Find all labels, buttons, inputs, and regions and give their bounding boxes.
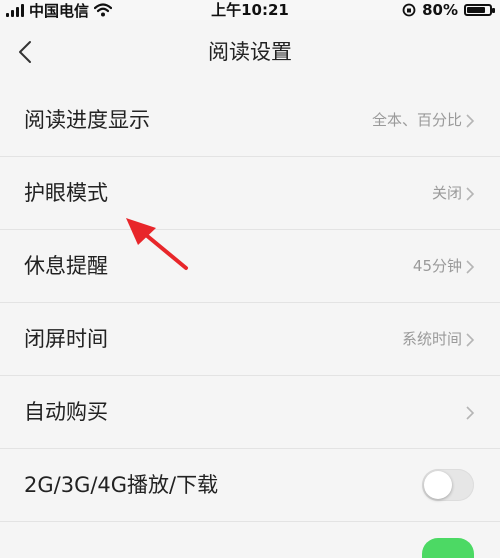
setting-label: 护眼模式 [24,181,108,205]
chevron-right-icon [466,406,475,420]
chevron-right-icon [466,260,475,274]
setting-row-reading-progress[interactable]: 阅读进度显示 全本、百分比 [0,84,500,157]
page-title: 阅读设置 [208,40,292,64]
orientation-lock-icon [402,3,416,17]
toggle-knob [424,471,452,499]
setting-row-auto-purchase[interactable]: 自动购买 [0,376,500,449]
setting-row-screen-off-time[interactable]: 闭屏时间 系统时间 [0,303,500,376]
back-button[interactable] [12,34,42,70]
status-bar: 中国电信 上午10:21 80% [0,0,500,20]
setting-row-rest-reminder[interactable]: 休息提醒 45分钟 [0,230,500,303]
chevron-right-icon [466,187,475,201]
chevron-right-icon [466,333,475,347]
setting-value: 关闭 [431,184,462,202]
setting-label: 自动购买 [24,400,108,424]
setting-value: 系统时间 [401,330,462,348]
status-right: 80% [402,0,495,20]
battery-percent: 80% [422,1,458,19]
battery-icon [464,4,495,16]
setting-label: 阅读进度显示 [24,108,150,132]
chevron-left-icon [19,41,31,63]
setting-label: 闭屏时间 [24,327,108,351]
setting-label: 2G/3G/4G播放/下载 [24,473,219,497]
setting-row-mobile-data-download: 2G/3G/4G播放/下载 [0,449,500,522]
settings-list: 阅读进度显示 全本、百分比 护眼模式 关闭 休息提醒 45分钟 闭屏时间 系统时… [0,84,500,522]
setting-label: 休息提醒 [24,254,108,278]
navigation-bar: 阅读设置 [0,20,500,84]
battery-level [467,7,485,13]
setting-value: 45分钟 [412,257,462,275]
setting-value: 全本、百分比 [371,111,462,129]
chevron-right-icon [466,114,475,128]
partial-toggle-next-row[interactable] [422,538,474,558]
mobile-data-toggle[interactable] [422,469,474,501]
setting-row-eye-protection[interactable]: 护眼模式 关闭 [0,157,500,230]
